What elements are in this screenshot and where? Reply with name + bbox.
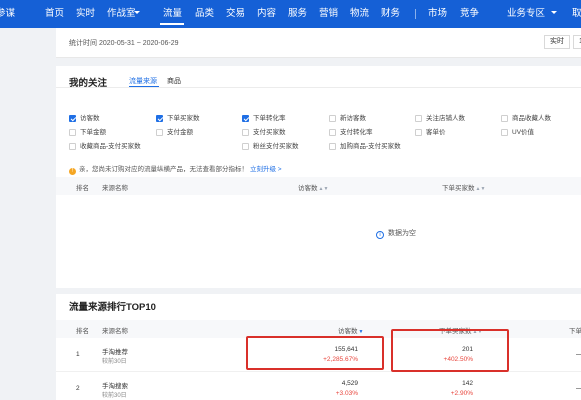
row-trend-dash bbox=[576, 354, 581, 355]
th-visitors[interactable]: 访客数▲▼ bbox=[298, 182, 328, 192]
focus-table-header: 排名 来源名称 访客数▲▼ 下单买家数▲▼ bbox=[56, 177, 581, 195]
row-rank: 2 bbox=[76, 385, 80, 392]
notice-prefix: 亲， bbox=[79, 166, 92, 173]
th-source-name: 来源名称 bbox=[102, 328, 128, 335]
checkbox-box bbox=[156, 115, 163, 122]
checkbox-label: 支付转化率 bbox=[340, 129, 373, 136]
sort-desc-icon: ▼ bbox=[358, 329, 364, 335]
nav-item-warroom[interactable]: 作战室 bbox=[107, 0, 136, 28]
warning-icon: ! bbox=[69, 168, 76, 175]
nav-brand: 参谋 bbox=[0, 8, 16, 19]
checkbox-box bbox=[242, 129, 249, 136]
nav-item-category[interactable]: 品类 bbox=[195, 0, 214, 28]
nav-item-more[interactable]: 取 bbox=[572, 0, 581, 28]
nav-active-underline bbox=[160, 23, 184, 25]
checkbox-label: UV价值 bbox=[512, 129, 535, 136]
checkbox-box bbox=[501, 129, 508, 136]
th-rank: 排名 bbox=[76, 185, 89, 192]
top-nav: 参谋 首页 实时 作战室 流量 品类 交易 内容 服务 营销 物流 财务 市场 … bbox=[0, 0, 581, 28]
row-trend-dash bbox=[576, 388, 581, 389]
chevron-down-icon bbox=[134, 11, 140, 14]
sort-icon: ▲▼ bbox=[475, 186, 486, 192]
upgrade-link[interactable]: 立刻升级 > bbox=[250, 166, 282, 173]
th-source-name: 来源名称 bbox=[102, 185, 128, 192]
row-order-buyers-change: +2.90% bbox=[450, 390, 473, 397]
th-rank: 排名 bbox=[76, 328, 89, 335]
top10-title: 流量来源排行TOP10 bbox=[69, 302, 156, 313]
checkbox-box bbox=[501, 115, 508, 122]
checkbox-box bbox=[242, 115, 249, 122]
checkbox-box bbox=[242, 143, 249, 150]
th-order-more: 下单 bbox=[569, 328, 581, 335]
th-order-buyers-label: 下单买家数 bbox=[442, 185, 475, 192]
checkbox-label: 下单转化率 bbox=[253, 115, 286, 122]
nav-item-home[interactable]: 首页 bbox=[45, 0, 64, 28]
nav-item-market[interactable]: 市场 bbox=[428, 0, 447, 28]
checkbox-label: 客单价 bbox=[426, 129, 446, 136]
empty-state: i 数据为空 bbox=[376, 228, 416, 239]
row-source-name: 手淘搜索 bbox=[102, 383, 128, 390]
date-bar: 统计时间 2020-05-31 ~ 2020-06-29 实时 1 bbox=[56, 28, 581, 58]
nav-item-content[interactable]: 内容 bbox=[257, 0, 276, 28]
nav-item-logistics[interactable]: 物流 bbox=[350, 0, 369, 28]
checkbox-label: 下单买家数 bbox=[167, 115, 200, 122]
nav-item-marketing[interactable]: 营销 bbox=[319, 0, 338, 28]
checkbox-box bbox=[69, 143, 76, 150]
checkbox-label: 收藏商品-支付买家数 bbox=[80, 143, 141, 150]
row-rank: 1 bbox=[76, 351, 80, 358]
sort-icon: ▲▼ bbox=[318, 186, 329, 192]
th-visitors[interactable]: 访客数▼ bbox=[338, 325, 363, 335]
my-focus-card: 我的关注 流量来源 商品 访客数 下单买家数 下单转化率 新访客数 关注店铺人数… bbox=[56, 66, 581, 288]
checkbox-label: 关注店铺人数 bbox=[426, 115, 465, 122]
checkbox-label: 粉丝支付买家数 bbox=[253, 143, 299, 150]
period-button[interactable]: 1 bbox=[573, 35, 581, 49]
tab-product[interactable]: 商品 bbox=[167, 76, 181, 86]
checkbox-box bbox=[329, 143, 336, 150]
checkbox-box bbox=[69, 115, 76, 122]
nav-item-realtime[interactable]: 实时 bbox=[76, 0, 95, 28]
notice-text: 您尚未订购对应的流量纵横产品，无法查看部分指标！ bbox=[92, 166, 248, 173]
checkbox-label: 访客数 bbox=[80, 115, 100, 122]
nav-item-finance[interactable]: 财务 bbox=[381, 0, 400, 28]
checkbox-box bbox=[329, 115, 336, 122]
realtime-button[interactable]: 实时 bbox=[544, 35, 570, 49]
row-visitors-change: +3.03% bbox=[335, 390, 358, 397]
nav-item-business-zone[interactable]: 业务专区 bbox=[507, 0, 545, 28]
highlight-box-visitors bbox=[246, 336, 384, 370]
checkbox-box bbox=[329, 129, 336, 136]
checkbox-box bbox=[156, 129, 163, 136]
highlight-box-order-buyers bbox=[391, 329, 509, 372]
empty-text: 数据为空 bbox=[388, 230, 416, 237]
checkbox-box bbox=[69, 129, 76, 136]
checkbox-label: 支付买家数 bbox=[253, 129, 286, 136]
date-range-label: 统计时间 2020-05-31 ~ 2020-06-29 bbox=[69, 40, 179, 47]
th-order-buyers[interactable]: 下单买家数▲▼ bbox=[442, 182, 485, 192]
checkbox-label: 支付金额 bbox=[167, 129, 193, 136]
tab-divider bbox=[56, 87, 581, 88]
row-order-buyers: 142 bbox=[462, 380, 473, 387]
row-source-name: 手淘推荐 bbox=[102, 349, 128, 356]
checkbox-label: 加购商品-支付买家数 bbox=[340, 143, 401, 150]
tab-traffic-source[interactable]: 流量来源 bbox=[129, 76, 157, 86]
nav-item-trade[interactable]: 交易 bbox=[226, 0, 245, 28]
checkbox-label: 新访客数 bbox=[340, 115, 366, 122]
checkbox-box bbox=[415, 129, 422, 136]
checkbox-label: 下单金额 bbox=[80, 129, 106, 136]
nav-divider bbox=[415, 9, 416, 19]
chevron-down-icon bbox=[551, 11, 557, 14]
checkbox-box bbox=[415, 115, 422, 122]
table-row[interactable]: 2 手淘搜索 较前30日 4,529 +3.03% 142 +2.90% bbox=[56, 372, 581, 400]
row-compare-label: 较前30日 bbox=[102, 359, 127, 365]
nav-item-service[interactable]: 服务 bbox=[288, 0, 307, 28]
th-visitors-label: 访客数 bbox=[338, 328, 358, 335]
upgrade-notice: ! 亲，您尚未订购对应的流量纵横产品，无法查看部分指标！ 立刻升级 > bbox=[69, 163, 282, 175]
row-compare-label: 较前30日 bbox=[102, 393, 127, 399]
row-visitors: 4,529 bbox=[341, 380, 358, 387]
info-icon: i bbox=[376, 231, 384, 239]
checkbox-label: 商品收藏人数 bbox=[512, 115, 551, 122]
th-visitors-label: 访客数 bbox=[298, 185, 318, 192]
nav-item-competition[interactable]: 竞争 bbox=[460, 0, 479, 28]
